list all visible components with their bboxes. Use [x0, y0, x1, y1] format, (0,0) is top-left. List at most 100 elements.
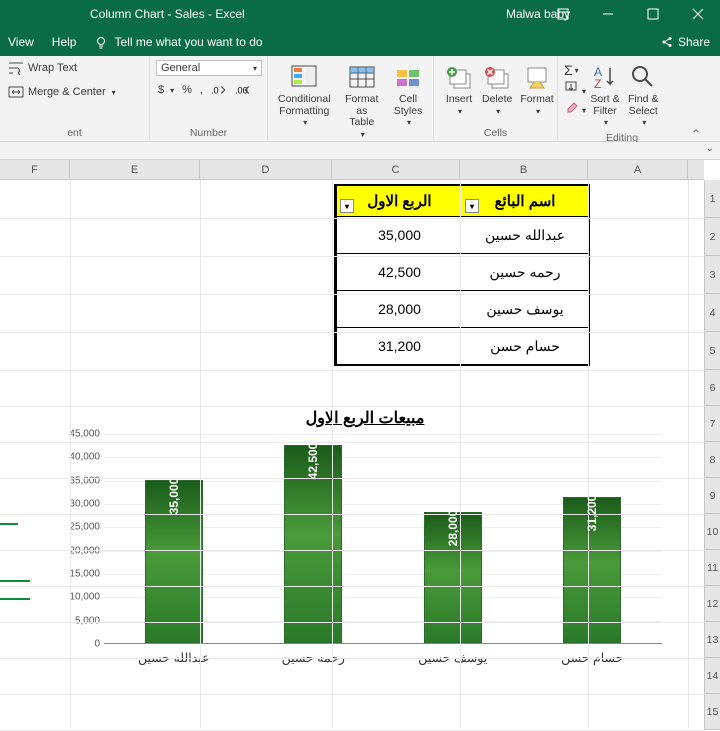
insert-cells-button[interactable]: Insert▾ [440, 60, 478, 118]
share-icon [660, 35, 674, 49]
group-ent: ent [6, 125, 143, 141]
chart-bar[interactable]: 42,500 [284, 445, 342, 643]
filter-button[interactable]: ▾ [340, 199, 354, 213]
wrap-text-icon [8, 61, 24, 75]
table-cell[interactable]: 42,500 [336, 254, 462, 290]
row-header[interactable]: 10 [704, 514, 720, 550]
merge-center-button[interactable]: Merge & Center▾ [6, 84, 143, 100]
row-header[interactable]: 8 [704, 442, 720, 478]
row-header[interactable]: 9 [704, 478, 720, 514]
row-header[interactable]: 14 [704, 658, 720, 694]
cell-styles-icon [393, 62, 423, 92]
grid-accent [0, 580, 30, 582]
chart-title: مبيعات الربع الاول [60, 408, 670, 428]
row-headers: 123456789101112131415 [704, 180, 720, 730]
find-select-button[interactable]: Find & Select▾ [624, 60, 662, 130]
chart-x-label: حسام حسن [523, 644, 663, 665]
find-icon [628, 62, 658, 92]
cell-styles-button[interactable]: Cell Styles▾ [389, 60, 427, 141]
row-header[interactable]: 12 [704, 586, 720, 622]
row-header[interactable]: 15 [704, 694, 720, 730]
chart-plot-area: 05,00010,00015,00020,00025,00030,00035,0… [104, 434, 662, 644]
column-header[interactable]: F [0, 160, 70, 179]
minimize-icon[interactable] [585, 0, 630, 28]
formula-bar-collapsed: ⌄ [0, 142, 720, 160]
format-as-table-button[interactable]: Format as Table▾ [335, 60, 389, 141]
table-icon [347, 62, 377, 92]
close-icon[interactable] [675, 0, 720, 28]
svg-text:Z: Z [594, 77, 601, 91]
number-format-select[interactable]: General▾ [156, 60, 262, 76]
chart-x-label: يوسف حسين [383, 644, 523, 665]
expand-formula-bar-icon[interactable]: ⌄ [706, 143, 714, 154]
row-header[interactable]: 3 [704, 256, 720, 294]
table-cell[interactable]: رحمه حسين [462, 254, 588, 290]
fill-icon [564, 80, 580, 94]
wrap-text-button[interactable]: Wrap Text [6, 60, 143, 76]
autosum-button[interactable]: Σ▾ [564, 62, 586, 78]
row-header[interactable]: 4 [704, 294, 720, 332]
share-button[interactable]: Share [660, 35, 710, 49]
svg-text:.0: .0 [211, 85, 219, 95]
chart-x-label: رحمه حسين [244, 644, 384, 665]
increase-decimal-button[interactable]: .0 [209, 82, 229, 98]
decrease-decimal-button[interactable]: .00 [233, 82, 253, 98]
table-cell[interactable]: عبدالله حسين [462, 217, 588, 253]
chart-bar-label: 42,500 [306, 442, 320, 479]
row-header[interactable]: 7 [704, 406, 720, 442]
table-cell[interactable]: 31,200 [336, 328, 462, 364]
percent-button[interactable]: % [180, 82, 194, 98]
ribbon: Wrap Text Merge & Center▾ ent General▾ $… [0, 56, 720, 142]
comma-button[interactable]: , [198, 82, 205, 98]
column-header[interactable]: D [200, 160, 332, 179]
column-header[interactable]: B [460, 160, 588, 179]
row-header[interactable]: 1 [704, 180, 720, 218]
format-cells-button[interactable]: Format▾ [516, 60, 557, 118]
column-header[interactable]: C [332, 160, 460, 179]
sort-filter-button[interactable]: AZ Sort & Filter▾ [586, 60, 624, 130]
clear-button[interactable]: ▾ [564, 99, 586, 116]
window-controls [540, 0, 720, 28]
table-cell[interactable]: حسام حسن [462, 328, 588, 364]
delete-cells-button[interactable]: Delete▾ [478, 60, 516, 118]
row-header[interactable]: 13 [704, 622, 720, 658]
menu-help[interactable]: Help [52, 35, 77, 49]
clear-icon [564, 99, 580, 113]
maximize-icon[interactable] [630, 0, 675, 28]
currency-button[interactable]: $▾ [156, 82, 176, 98]
chart-bar-label: 28,000 [446, 510, 460, 547]
column-chart[interactable]: مبيعات الربع الاول 05,00010,00015,00020,… [60, 408, 670, 665]
cond-format-icon [289, 62, 319, 92]
menubar: View Help Tell me what you want to do Sh… [0, 28, 720, 56]
filter-button[interactable]: ▾ [465, 199, 479, 213]
table-cell[interactable]: 35,000 [336, 217, 462, 253]
sheet-area: FEDCBA 123456789101112131415 الربع الاول… [0, 160, 720, 728]
menu-view[interactable]: View [8, 35, 34, 49]
conditional-formatting-button[interactable]: Conditional Formatting▾ [274, 60, 335, 141]
sort-filter-icon: AZ [590, 62, 620, 92]
row-header[interactable]: 5 [704, 332, 720, 370]
column-header[interactable]: E [70, 160, 200, 179]
row-header[interactable]: 11 [704, 550, 720, 586]
chevron-down-icon[interactable]: ▾ [112, 88, 116, 97]
column-header[interactable]: A [588, 160, 688, 179]
group-cells: Cells [440, 125, 551, 141]
ribbon-options-icon[interactable] [540, 0, 585, 28]
column-headers: FEDCBA [0, 160, 704, 180]
fill-button[interactable]: ▾ [564, 80, 586, 97]
ribbon-collapse-icon[interactable]: ⌃ [686, 56, 706, 141]
chart-bar[interactable]: 35,000 [145, 480, 203, 643]
grid-accent [0, 523, 18, 525]
row-header[interactable]: 2 [704, 218, 720, 256]
tell-me[interactable]: Tell me what you want to do [94, 35, 262, 49]
row-header[interactable]: 6 [704, 370, 720, 406]
sheet-grid[interactable]: الربع الاول▾ اسم البائع▾ 35,000عبدالله ح… [0, 180, 704, 728]
merge-icon [8, 85, 24, 99]
titlebar: Column Chart - Sales - Excel Malwa baby [0, 0, 720, 28]
table-cell[interactable]: يوسف حسين [462, 291, 588, 327]
chart-bar[interactable]: 28,000 [424, 512, 482, 643]
data-table[interactable]: الربع الاول▾ اسم البائع▾ 35,000عبدالله ح… [334, 184, 590, 366]
chart-x-label: عبدالله حسين [104, 644, 244, 665]
table-cell[interactable]: 28,000 [336, 291, 462, 327]
format-icon [522, 62, 552, 92]
